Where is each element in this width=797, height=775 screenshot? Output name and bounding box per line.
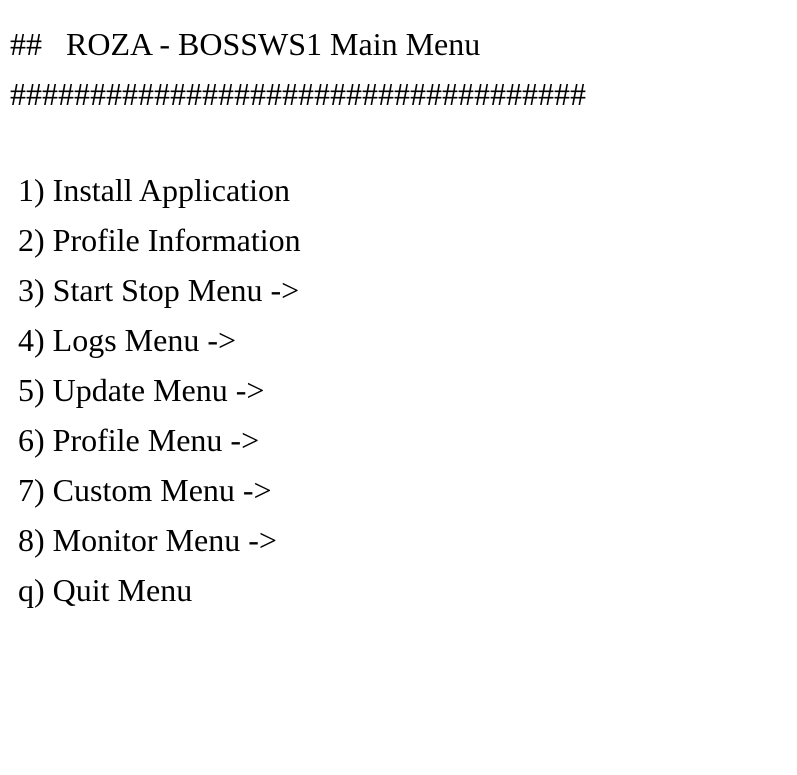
menu-label: Logs Menu -> bbox=[53, 322, 236, 358]
menu-header: ## ROZA - BOSSWS1 Main Menu bbox=[10, 20, 787, 68]
menu-item-custom-menu[interactable]: 7) Custom Menu -> bbox=[10, 466, 787, 514]
menu-label: Install Application bbox=[53, 172, 290, 208]
menu-key: 1 bbox=[18, 172, 34, 208]
header-divider: #################################### bbox=[10, 70, 787, 118]
menu-label: Start Stop Menu -> bbox=[53, 272, 299, 308]
menu-item-quit-menu[interactable]: q) Quit Menu bbox=[10, 566, 787, 614]
menu-key: 5 bbox=[18, 372, 34, 408]
menu-key: 7 bbox=[18, 472, 34, 508]
menu-item-monitor-menu[interactable]: 8) Monitor Menu -> bbox=[10, 516, 787, 564]
menu-key: 2 bbox=[18, 222, 34, 258]
menu-label: Update Menu -> bbox=[53, 372, 265, 408]
menu-label: Quit Menu bbox=[53, 572, 193, 608]
menu-item-profile-menu[interactable]: 6) Profile Menu -> bbox=[10, 416, 787, 464]
menu-label: Profile Information bbox=[53, 222, 301, 258]
menu-key: 8 bbox=[18, 522, 34, 558]
menu-item-update-menu[interactable]: 5) Update Menu -> bbox=[10, 366, 787, 414]
menu-item-start-stop-menu[interactable]: 3) Start Stop Menu -> bbox=[10, 266, 787, 314]
menu-item-logs-menu[interactable]: 4) Logs Menu -> bbox=[10, 316, 787, 364]
menu-label: Custom Menu -> bbox=[53, 472, 272, 508]
menu-key: 4 bbox=[18, 322, 34, 358]
header-title: ROZA - BOSSWS1 Main Menu bbox=[66, 26, 480, 62]
menu-label: Monitor Menu -> bbox=[53, 522, 277, 558]
menu-key: q bbox=[18, 572, 34, 608]
menu-label: Profile Menu -> bbox=[53, 422, 259, 458]
menu-item-profile-information[interactable]: 2) Profile Information bbox=[10, 216, 787, 264]
menu-key: 3 bbox=[18, 272, 34, 308]
header-prefix: ## bbox=[10, 26, 42, 62]
menu-key: 6 bbox=[18, 422, 34, 458]
menu-item-install-application[interactable]: 1) Install Application bbox=[10, 166, 787, 214]
